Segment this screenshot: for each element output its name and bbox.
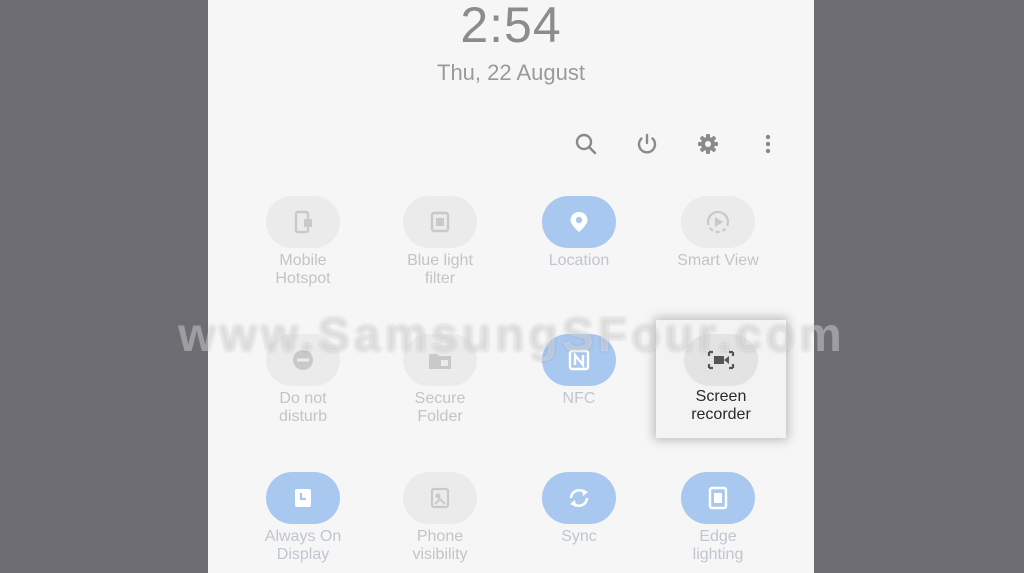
do-not-disturb-icon	[266, 334, 340, 386]
tile-label: Location	[548, 252, 610, 269]
secure-folder-icon	[403, 334, 477, 386]
tile-phone-visibility[interactable]: Phone visibility	[365, 472, 515, 573]
tile-label: Edge lighting	[692, 528, 744, 563]
nfc-icon	[542, 334, 616, 386]
tile-always-on-display[interactable]: Always On Display	[228, 472, 378, 573]
tile-nfc[interactable]: NFC	[504, 334, 654, 454]
sync-icon	[542, 472, 616, 524]
tile-label: Smart View	[677, 252, 759, 269]
tile-location[interactable]: Location	[504, 196, 654, 316]
tile-blue-light-filter[interactable]: Blue light filter	[365, 196, 515, 316]
tile-sync[interactable]: Sync	[504, 472, 654, 573]
tile-label: Screen recorder	[691, 388, 751, 423]
blue-light-filter-icon	[403, 196, 477, 248]
edge-lighting-icon	[681, 472, 755, 524]
settings-icon[interactable]	[694, 130, 722, 158]
tile-label: Always On Display	[264, 528, 342, 563]
tile-label: Secure Folder	[414, 390, 466, 425]
tile-screen-recorder[interactable]: Screen recorder	[656, 320, 786, 438]
tile-secure-folder[interactable]: Secure Folder	[365, 334, 515, 454]
mobile-hotspot-icon	[266, 196, 340, 248]
tile-label: NFC	[562, 390, 596, 407]
tile-label: Phone visibility	[412, 528, 468, 563]
tile-label: Mobile Hotspot	[275, 252, 331, 287]
phone-visibility-icon	[403, 472, 477, 524]
clock: 2:54	[460, 0, 562, 53]
tile-edge-lighting[interactable]: Edge lighting	[643, 472, 793, 573]
quick-settings-panel: 2:54 Thu, 22 August Mobile Hotspot Blue …	[208, 0, 814, 573]
tile-label: Blue light filter	[407, 252, 473, 287]
tile-label: Sync	[561, 528, 597, 545]
always-on-display-icon	[266, 472, 340, 524]
tile-label: Do not disturb	[278, 390, 328, 425]
date-label: Thu, 22 August	[437, 60, 585, 85]
tile-smart-view[interactable]: Smart View	[643, 196, 793, 316]
tile-mobile-hotspot[interactable]: Mobile Hotspot	[228, 196, 378, 316]
location-icon	[542, 196, 616, 248]
smart-view-icon	[681, 196, 755, 248]
screen-recorder-icon	[684, 334, 758, 386]
power-icon[interactable]	[633, 130, 661, 158]
search-icon[interactable]	[572, 130, 600, 158]
tile-do-not-disturb[interactable]: Do not disturb	[228, 334, 378, 454]
more-options-icon[interactable]	[754, 130, 782, 158]
